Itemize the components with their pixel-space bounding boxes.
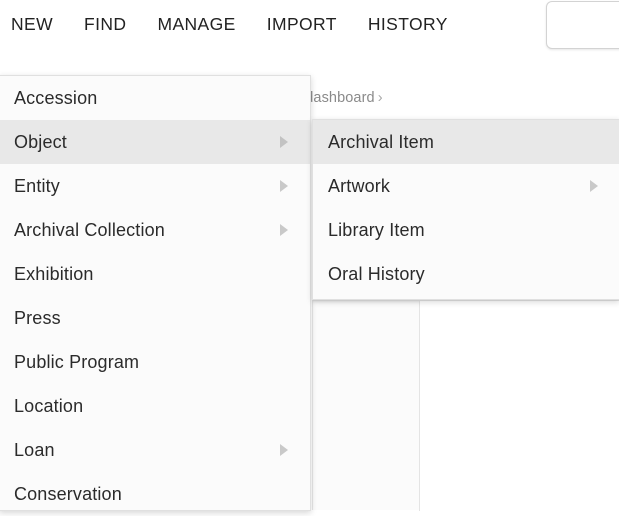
app-root: NEW FIND MANAGE IMPORT HISTORY t dashboard › …	[0, 0, 619, 511]
menu-item-entity[interactable]: Entity	[0, 164, 310, 208]
menu-item-label: Object	[14, 132, 67, 152]
nav-manage[interactable]: MANAGE	[157, 13, 252, 35]
menu-item-object[interactable]: Object	[0, 120, 310, 164]
menu-item-oral-history[interactable]: Oral History	[313, 252, 619, 296]
chevron-right-icon	[280, 136, 288, 148]
menu-item-label: Oral History	[328, 264, 425, 284]
chevron-right-icon	[280, 180, 288, 192]
chevron-right-icon	[280, 224, 288, 236]
menu-item-label: Archival Collection	[14, 220, 165, 240]
menu-item-label: Archival Item	[328, 132, 434, 152]
menu-item-exhibition[interactable]: Exhibition	[0, 252, 310, 296]
menu-item-label: Entity	[14, 176, 60, 196]
dashboard-content-main	[420, 301, 619, 510]
nav-history[interactable]: HISTORY	[368, 13, 465, 35]
primary-dropdown-menu[interactable]: Accession Object Entity Archival Collection…	[0, 75, 311, 511]
menu-item-location[interactable]: Location	[0, 384, 310, 428]
nav-item-list: NEW FIND MANAGE IMPORT HISTORY	[11, 13, 465, 35]
menu-item-accession[interactable]: Accession	[0, 76, 310, 120]
menu-item-label: Location	[14, 396, 84, 416]
menu-item-public-program[interactable]: Public Program	[0, 340, 310, 384]
menu-item-label: Library Item	[328, 220, 425, 240]
menu-item-label: Public Program	[14, 352, 140, 372]
secondary-dropdown-menu[interactable]: Archival Item Artwork Library Item Oral His…	[312, 119, 619, 300]
menu-item-library-item[interactable]: Library Item	[313, 208, 619, 252]
menu-item-conservation[interactable]: Conservation	[0, 472, 310, 516]
search-input[interactable]	[546, 1, 619, 49]
menu-item-artwork[interactable]: Artwork	[313, 164, 619, 208]
dashboard-content-panel	[312, 300, 619, 511]
dashboard-content-divider	[419, 301, 420, 511]
nav-import[interactable]: IMPORT	[267, 13, 354, 35]
top-navigation-bar: NEW FIND MANAGE IMPORT HISTORY	[0, 0, 619, 62]
breadcrumb-chevron-icon: ›	[377, 90, 383, 106]
menu-item-label: Loan	[14, 440, 55, 460]
menu-item-archival-collection[interactable]: Archival Collection	[0, 208, 310, 252]
menu-item-label: Press	[14, 308, 61, 328]
primary-menu-list: Accession Object Entity Archival Collection…	[0, 76, 310, 516]
nav-new[interactable]: NEW	[11, 13, 70, 35]
menu-item-archival-item[interactable]: Archival Item	[313, 120, 619, 164]
menu-item-loan[interactable]: Loan	[0, 428, 310, 472]
menu-item-label: Exhibition	[14, 264, 94, 284]
menu-item-label: Conservation	[14, 484, 122, 504]
nav-find[interactable]: FIND	[84, 13, 143, 35]
chevron-right-icon	[280, 444, 288, 456]
menu-item-label: Accession	[14, 88, 98, 108]
menu-item-press[interactable]: Press	[0, 296, 310, 340]
menu-item-label: Artwork	[328, 176, 391, 196]
secondary-menu-list: Archival Item Artwork Library Item Oral His…	[313, 120, 619, 296]
chevron-right-icon	[590, 180, 598, 192]
